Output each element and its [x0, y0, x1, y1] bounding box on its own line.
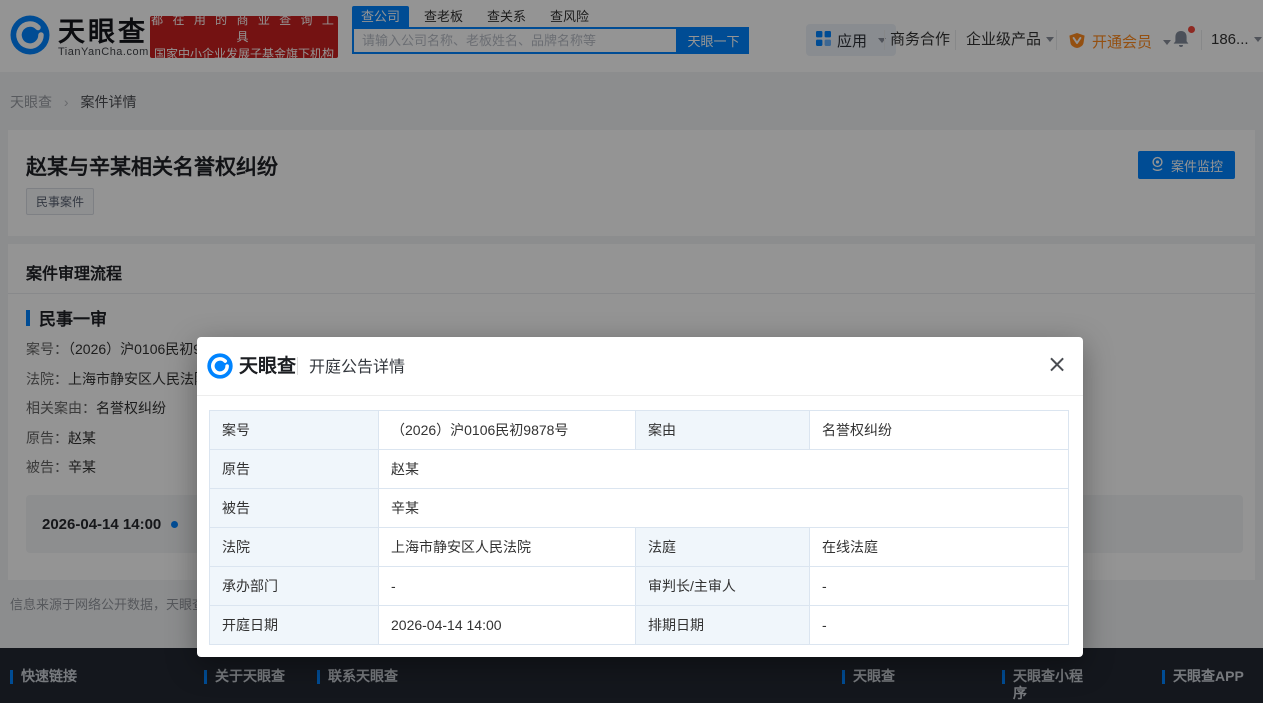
cell-label: 开庭日期: [210, 606, 379, 645]
cell-label: 法院: [210, 528, 379, 567]
cell-value: 辛某: [379, 489, 1069, 528]
cell-value: -: [810, 567, 1069, 606]
modal-header: 天眼查 开庭公告详情 ×: [197, 337, 1083, 396]
cell-value: 在线法庭: [810, 528, 1069, 567]
table-row: 被告 辛某: [210, 489, 1069, 528]
cell-value: 2026-04-14 14:00: [379, 606, 636, 645]
cell-label: 被告: [210, 489, 379, 528]
cell-label: 承办部门: [210, 567, 379, 606]
tianyancha-swirl-icon: [207, 353, 233, 384]
cell-label: 原告: [210, 450, 379, 489]
table-row: 承办部门 - 审判长/主审人 -: [210, 567, 1069, 606]
cell-label: 审判长/主审人: [636, 567, 810, 606]
cell-value: 名誉权纠纷: [810, 411, 1069, 450]
cell-value: 赵某: [379, 450, 1069, 489]
close-icon[interactable]: ×: [1043, 350, 1071, 378]
hearing-announcement-modal: 天眼查 开庭公告详情 × 案号 （2026）沪0106民初9878号 案由 名誉…: [197, 337, 1083, 657]
modal-brand-name: 天眼查: [239, 355, 296, 379]
page: 天眼查 TianYanCha.com 都 在 用 的 商 业 查 询 工 具 国…: [0, 0, 1263, 703]
table-row: 案号 （2026）沪0106民初9878号 案由 名誉权纠纷: [210, 411, 1069, 450]
table-row: 法院 上海市静安区人民法院 法庭 在线法庭: [210, 528, 1069, 567]
table-row: 原告 赵某: [210, 450, 1069, 489]
cell-value: -: [810, 606, 1069, 645]
cell-value: 上海市静安区人民法院: [379, 528, 636, 567]
cell-label: 排期日期: [636, 606, 810, 645]
table-row: 开庭日期 2026-04-14 14:00 排期日期 -: [210, 606, 1069, 645]
hearing-detail-table: 案号 （2026）沪0106民初9878号 案由 名誉权纠纷 原告 赵某 被告 …: [209, 410, 1069, 645]
cell-value: -: [379, 567, 636, 606]
modal-divider: [297, 357, 298, 375]
cell-label: 法庭: [636, 528, 810, 567]
modal-title: 开庭公告详情: [309, 357, 405, 378]
cell-label: 案号: [210, 411, 379, 450]
cell-label: 案由: [636, 411, 810, 450]
cell-value: （2026）沪0106民初9878号: [379, 411, 636, 450]
